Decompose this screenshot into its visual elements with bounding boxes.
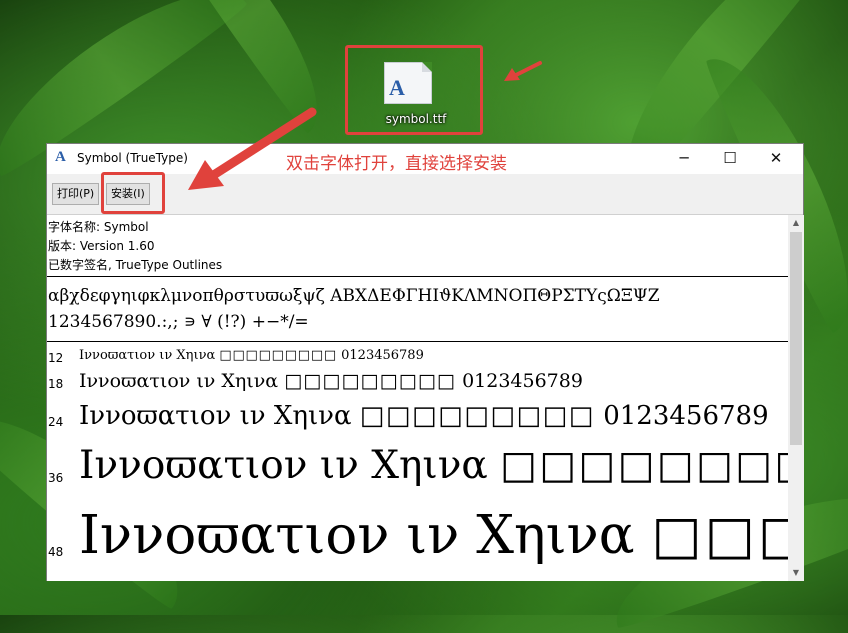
arrow-to-install-icon xyxy=(188,107,317,190)
annotation-arrows xyxy=(188,61,542,190)
arrow-to-file-icon xyxy=(504,61,542,81)
